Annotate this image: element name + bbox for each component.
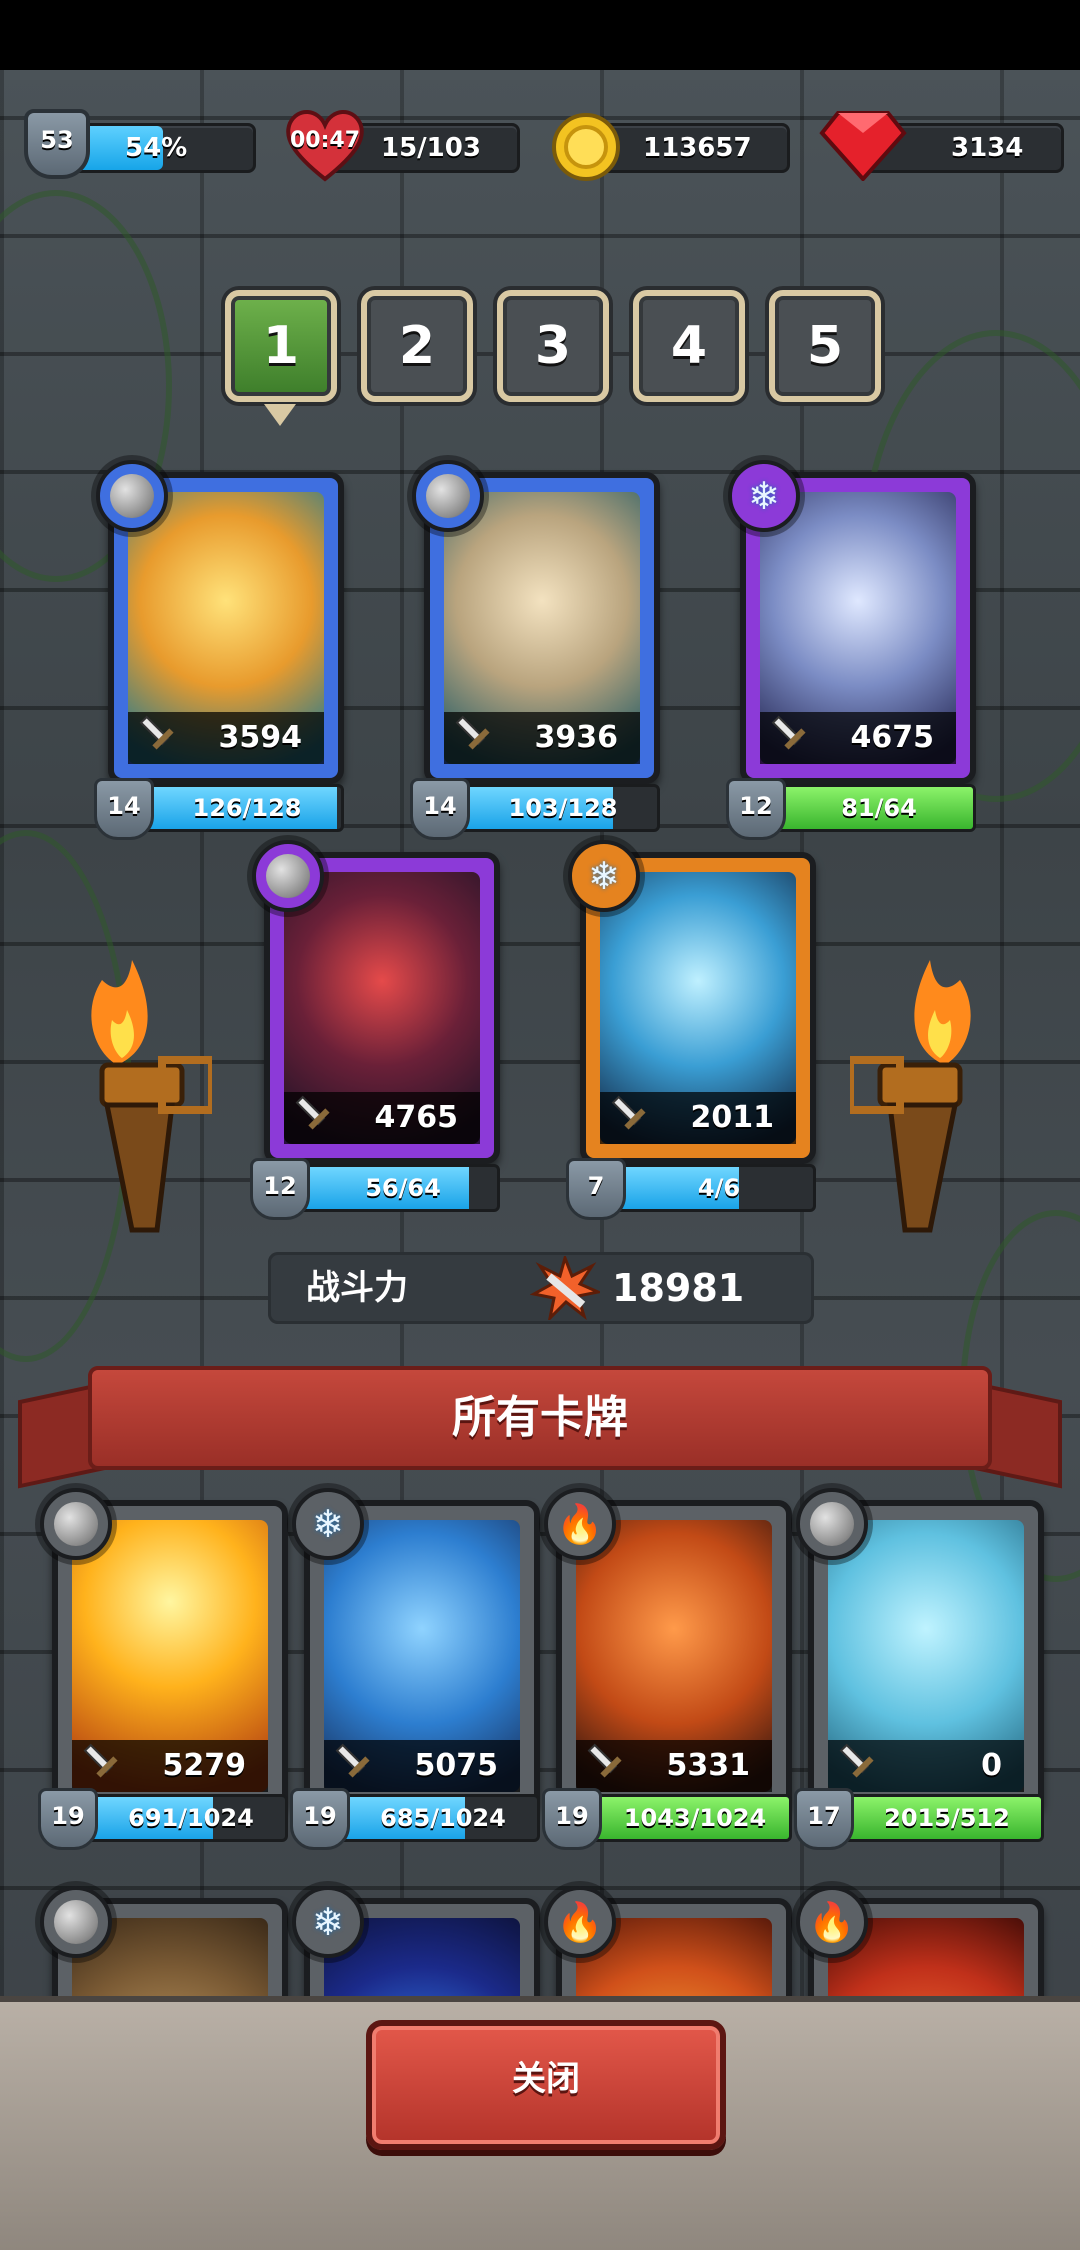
- card-level: 14: [410, 778, 470, 840]
- element-badge: 🔥: [796, 1886, 868, 1958]
- neutral-element-icon: [266, 854, 310, 898]
- deck-tab-3[interactable]: 3: [497, 290, 609, 402]
- deck-tab-2[interactable]: 2: [361, 290, 473, 402]
- energy-timer: 00:47: [289, 128, 361, 153]
- gem-value: 3134: [951, 133, 1024, 163]
- ice-element-icon: ❄: [748, 474, 780, 518]
- ice-element-icon: ❄: [588, 854, 620, 898]
- gem-counter[interactable]: 3134: [818, 111, 1064, 181]
- sword-icon: [295, 1095, 330, 1130]
- hero-card[interactable]: 5331 🔥: [544, 1488, 792, 1812]
- element-badge: [40, 1488, 112, 1560]
- card-progress: 103/128: [508, 794, 618, 822]
- gold-value: 113657: [643, 133, 752, 163]
- sword-icon: [139, 715, 174, 750]
- sword-icon: [771, 715, 806, 750]
- torch-left: [62, 940, 216, 1233]
- gold-counter[interactable]: 113657: [550, 113, 790, 181]
- xp-percent: 54%: [125, 133, 188, 163]
- card-progress: 1043/1024: [623, 1804, 767, 1832]
- card-level-bar: 1043/1024 19: [542, 1788, 792, 1850]
- card-level: 19: [38, 1788, 98, 1850]
- torch-right: [850, 940, 980, 1233]
- element-badge: 🔥: [544, 1886, 616, 1958]
- card-level-bar: 2015/512 17: [794, 1788, 1044, 1850]
- card-progress: 2015/512: [884, 1804, 1010, 1832]
- energy-value: 15/103: [381, 133, 481, 163]
- xp-bar: 54% 53: [24, 109, 256, 179]
- hero-card[interactable]: 3594: [96, 460, 344, 784]
- card-level-bar: 126/128 14: [94, 778, 344, 840]
- card-progress: 691/1024: [128, 1804, 254, 1832]
- card-level-bar: 103/128 14: [410, 778, 660, 840]
- combat-power-label: 战斗力: [306, 1268, 408, 1308]
- gold-coin-icon: [552, 113, 620, 181]
- all-cards-title: 所有卡牌: [88, 1366, 992, 1470]
- card-level: 12: [726, 778, 786, 840]
- element-badge: [96, 460, 168, 532]
- fire-element-icon: 🔥: [808, 1900, 856, 1944]
- player-level-badge: 53: [24, 109, 90, 179]
- element-badge: ❄: [728, 460, 800, 532]
- card-level-bar: 56/64 12: [250, 1158, 500, 1220]
- sword-icon: [587, 1743, 622, 1778]
- hero-card[interactable]: 0: [796, 1488, 1044, 1812]
- energy-counter[interactable]: 15/103 00:47: [282, 110, 520, 182]
- fire-element-icon: 🔥: [556, 1900, 604, 1944]
- element-badge: ❄: [292, 1488, 364, 1560]
- card-level-bar: 4/6 7: [566, 1158, 816, 1220]
- hero-card[interactable]: 4765: [252, 840, 500, 1164]
- card-progress: 126/128: [192, 794, 302, 822]
- gem-icon: [819, 111, 907, 181]
- hero-card[interactable]: 5075 ❄: [292, 1488, 540, 1812]
- close-button[interactable]: 关闭: [366, 2020, 726, 2150]
- hero-card[interactable]: 5279: [40, 1488, 288, 1812]
- combat-power-value: 18981: [612, 1266, 745, 1310]
- hero-card[interactable]: 2011 ❄: [568, 840, 816, 1164]
- element-badge: [412, 460, 484, 532]
- ice-element-icon: ❄: [312, 1900, 344, 1944]
- sword-icon: [335, 1743, 370, 1778]
- deck-tab-4[interactable]: 4: [633, 290, 745, 402]
- element-badge: [796, 1488, 868, 1560]
- sword-icon: [455, 715, 490, 750]
- deck-tab-5[interactable]: 5: [769, 290, 881, 402]
- card-level: 17: [794, 1788, 854, 1850]
- card-level: 7: [566, 1158, 626, 1220]
- neutral-element-icon: [54, 1900, 98, 1944]
- deck-tab-1[interactable]: 1: [225, 290, 337, 402]
- sword-burst-icon: [530, 1256, 600, 1320]
- fire-element-icon: 🔥: [556, 1502, 604, 1546]
- card-level: 14: [94, 778, 154, 840]
- card-level: 19: [290, 1788, 350, 1850]
- card-level-bar: 691/1024 19: [38, 1788, 288, 1850]
- element-badge: ❄: [292, 1886, 364, 1958]
- card-level: 19: [542, 1788, 602, 1850]
- neutral-element-icon: [110, 474, 154, 518]
- sword-icon: [83, 1743, 118, 1778]
- all-cards-banner: 所有卡牌: [18, 1366, 1062, 1489]
- card-progress: 4/6: [697, 1174, 741, 1202]
- active-tab-pointer: [264, 404, 296, 426]
- card-progress: 81/64: [841, 794, 917, 822]
- card-level-bar: 81/64 12: [726, 778, 976, 840]
- element-badge: [252, 840, 324, 912]
- card-progress: 56/64: [365, 1174, 441, 1202]
- combat-power-panel: 战斗力 18981: [268, 1252, 814, 1324]
- element-badge: 🔥: [544, 1488, 616, 1560]
- neutral-element-icon: [810, 1502, 854, 1546]
- card-level: 12: [250, 1158, 310, 1220]
- hero-card[interactable]: 3936: [412, 460, 660, 784]
- element-badge: ❄: [568, 840, 640, 912]
- ice-element-icon: ❄: [312, 1502, 344, 1546]
- sword-icon: [839, 1743, 874, 1778]
- hero-card[interactable]: 4675 ❄: [728, 460, 976, 784]
- element-badge: [40, 1886, 112, 1958]
- neutral-element-icon: [426, 474, 470, 518]
- neutral-element-icon: [54, 1502, 98, 1546]
- card-progress: 685/1024: [380, 1804, 506, 1832]
- sword-icon: [611, 1095, 646, 1130]
- card-level-bar: 685/1024 19: [290, 1788, 540, 1850]
